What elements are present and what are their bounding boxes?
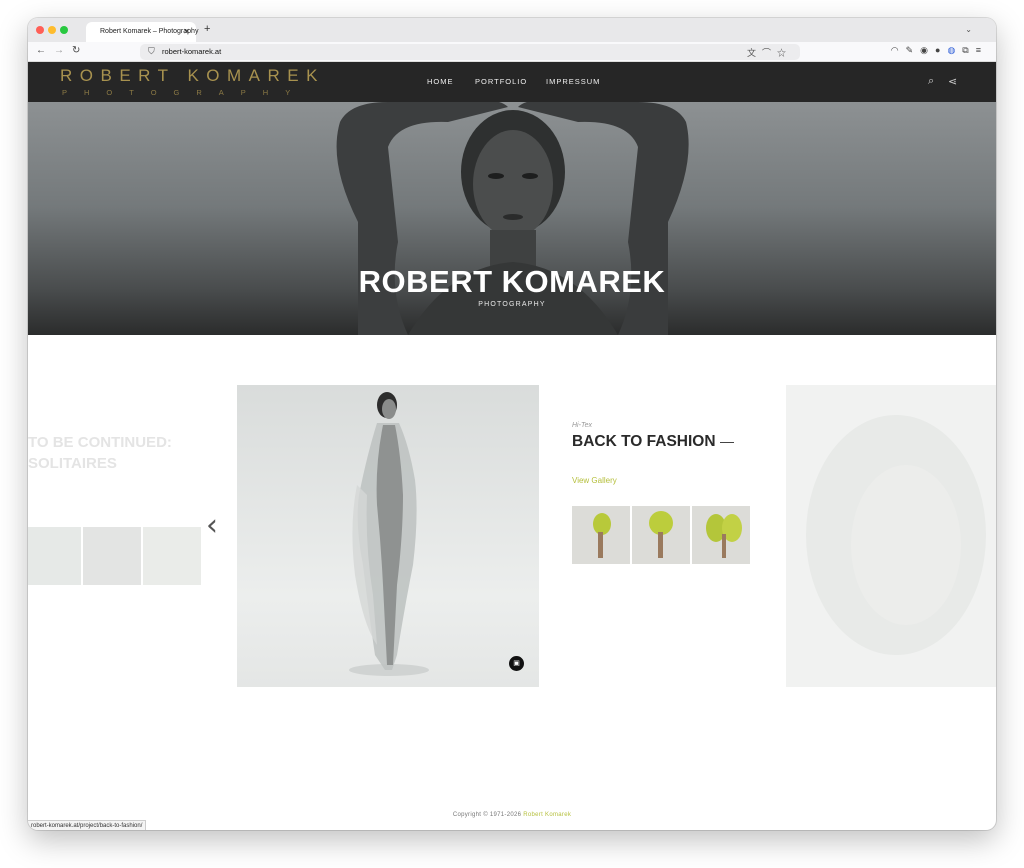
title-dash bbox=[720, 442, 734, 443]
site-header: ROBERT KOMAREK PHOTOGRAPHY HOME PORTFOLI… bbox=[28, 62, 996, 102]
browser-toolbar: ← → ↻ ⛉ robert-komarek.at 文⌒☆ ◠✎◉●◍⧉≡ bbox=[28, 42, 996, 62]
site-footer: Copyright © 1971-2026 Robert Komarek bbox=[28, 812, 996, 818]
gallery-thumbnail[interactable] bbox=[692, 506, 750, 564]
close-tab-icon[interactable]: ✕ bbox=[183, 27, 190, 36]
share-icon[interactable]: ⋖ bbox=[948, 75, 957, 88]
url-text: robert-komarek.at bbox=[162, 47, 222, 56]
link-status-bar: robert-komarek.at/project/back-to-fashio… bbox=[28, 820, 147, 830]
reader-icon[interactable]: ⌒ bbox=[762, 48, 777, 58]
address-bar[interactable]: ⛉ robert-komarek.at 文⌒☆ bbox=[140, 44, 800, 60]
minimize-window-button[interactable] bbox=[48, 26, 56, 34]
prev-thumbnail[interactable] bbox=[83, 527, 141, 585]
thumb-photo bbox=[649, 511, 673, 558]
thumb-photo bbox=[593, 513, 611, 558]
back-icon[interactable]: ← bbox=[36, 45, 46, 57]
puzzle-icon[interactable]: ⧉ bbox=[962, 45, 975, 55]
project-title[interactable]: BACK TO FASHION bbox=[572, 433, 716, 451]
account-icon[interactable]: ◉ bbox=[920, 45, 935, 55]
site-logo-subtitle: PHOTOGRAPHY bbox=[62, 88, 308, 97]
figure-photo bbox=[349, 392, 429, 676]
browser-window: Robert Komarek – Photography ✕ + ⌄ ← → ↻… bbox=[28, 18, 996, 830]
tab-strip: Robert Komarek – Photography ✕ + ⌄ bbox=[28, 18, 996, 42]
gallery-thumbnail[interactable] bbox=[632, 506, 690, 564]
thumb-photo bbox=[706, 514, 742, 558]
nav-portfolio[interactable]: PORTFOLIO bbox=[475, 77, 527, 86]
bookmark-star-icon[interactable]: ☆ bbox=[777, 48, 792, 58]
extension-icon[interactable]: ● bbox=[935, 45, 947, 55]
prev-project-title[interactable]: TO BE CONTINUED: SOLITAIRES bbox=[28, 432, 172, 474]
password-icon[interactable]: ◍ bbox=[947, 45, 962, 55]
zoom-window-button[interactable] bbox=[60, 26, 68, 34]
tools-icon[interactable]: ✎ bbox=[906, 45, 921, 55]
shield-icon[interactable]: ⛉ bbox=[148, 46, 155, 57]
close-window-button[interactable] bbox=[36, 26, 44, 34]
reload-icon[interactable]: ↻ bbox=[72, 45, 80, 57]
menu-icon[interactable]: ≡ bbox=[976, 45, 988, 55]
project-category: Hi-Tex bbox=[572, 422, 592, 429]
prev-project-title-line1: TO BE CONTINUED: bbox=[28, 434, 172, 451]
translate-icon[interactable]: 文 bbox=[747, 48, 762, 58]
prev-thumbnail[interactable] bbox=[28, 527, 81, 585]
forward-icon[interactable]: → bbox=[54, 45, 64, 57]
prev-thumbnail[interactable] bbox=[143, 527, 201, 585]
project-main-image[interactable]: ▣ bbox=[237, 385, 539, 687]
address-bar-actions[interactable]: 文⌒☆ bbox=[747, 46, 792, 59]
site-logo[interactable]: ROBERT KOMAREK bbox=[60, 66, 325, 86]
gallery-thumbnail[interactable] bbox=[572, 506, 630, 564]
nav-impressum[interactable]: IMPRESSUM bbox=[546, 77, 600, 86]
hero-banner: ROBERT KOMAREK PHOTOGRAPHY bbox=[28, 102, 996, 335]
nav-home[interactable]: HOME bbox=[427, 77, 454, 86]
copyright-text: Copyright © 1971-2026 bbox=[452, 812, 524, 818]
browser-tab[interactable]: Robert Komarek – Photography ✕ bbox=[86, 22, 198, 42]
toolbar-extensions: ◠✎◉●◍⧉≡ bbox=[891, 45, 988, 56]
hero-subtitle: PHOTOGRAPHY bbox=[478, 301, 546, 308]
next-photo bbox=[806, 415, 986, 655]
hero-title: ROBERT KOMAREK bbox=[358, 264, 666, 299]
prev-project-title-line2: SOLITAIRES bbox=[28, 455, 117, 472]
next-project-image[interactable] bbox=[786, 385, 996, 687]
view-gallery-link[interactable]: View Gallery bbox=[572, 476, 617, 485]
sync-icon[interactable]: ◠ bbox=[891, 45, 906, 55]
tab-list-chevron-icon[interactable]: ⌄ bbox=[965, 25, 972, 34]
carousel-prev-button[interactable]: ‹ bbox=[206, 508, 218, 543]
search-icon[interactable]: ⌕ bbox=[928, 75, 934, 88]
gallery-icon[interactable]: ▣ bbox=[509, 656, 524, 671]
copyright-owner-link[interactable]: Robert Komarek bbox=[523, 812, 571, 818]
new-tab-button[interactable]: + bbox=[204, 24, 210, 35]
